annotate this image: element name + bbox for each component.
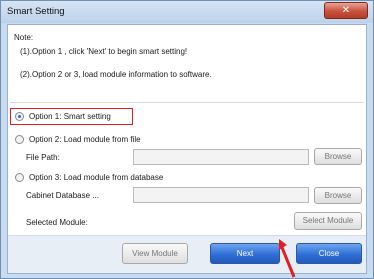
file-path-browse-button[interactable]: Browse xyxy=(314,148,362,165)
smart-setting-dialog: Smart Setting ✕ Note: (1).Option 1 , cli… xyxy=(0,0,374,279)
close-button[interactable]: Close xyxy=(296,243,362,264)
file-path-label: File Path: xyxy=(26,153,60,162)
select-module-button[interactable]: Select Module xyxy=(294,212,362,230)
radio-unselected-icon[interactable] xyxy=(15,173,24,182)
button-bar: View Module Next Close xyxy=(8,235,366,273)
option-3-label: Option 3: Load module from database xyxy=(29,173,164,182)
option-1-radio[interactable]: Option 1: Smart setting xyxy=(15,112,111,121)
note-line-1: (1).Option 1 , click 'Next' to begin sma… xyxy=(20,47,188,56)
note-line-2: (2).Option 2 or 3, load module informati… xyxy=(20,70,212,79)
dialog-body: Note: (1).Option 1 , click 'Next' to beg… xyxy=(7,24,367,274)
section-divider xyxy=(10,102,364,103)
view-module-button[interactable]: View Module xyxy=(122,243,188,264)
window-close-button[interactable]: ✕ xyxy=(324,2,368,19)
annotation-arrow-icon xyxy=(279,239,296,278)
option-2-label: Option 2: Load module from file xyxy=(29,135,141,144)
title-bar[interactable]: Smart Setting ✕ xyxy=(1,1,373,23)
radio-selected-icon[interactable] xyxy=(15,112,24,121)
cabinet-database-label: Cabinet Database ... xyxy=(26,191,99,200)
selected-module-label: Selected Module: xyxy=(26,218,88,227)
window-title: Smart Setting xyxy=(7,6,65,17)
cabinet-database-browse-button[interactable]: Browse xyxy=(314,187,362,204)
option-2-radio[interactable]: Option 2: Load module from file xyxy=(15,135,141,144)
note-heading: Note: xyxy=(14,33,34,42)
next-button[interactable]: Next xyxy=(210,243,280,264)
close-icon: ✕ xyxy=(341,5,351,16)
file-path-input[interactable] xyxy=(133,149,309,165)
option-3-radio[interactable]: Option 3: Load module from database xyxy=(15,173,163,182)
option-1-label: Option 1: Smart setting xyxy=(29,112,111,121)
radio-unselected-icon[interactable] xyxy=(15,135,24,144)
cabinet-database-input[interactable] xyxy=(133,187,309,203)
